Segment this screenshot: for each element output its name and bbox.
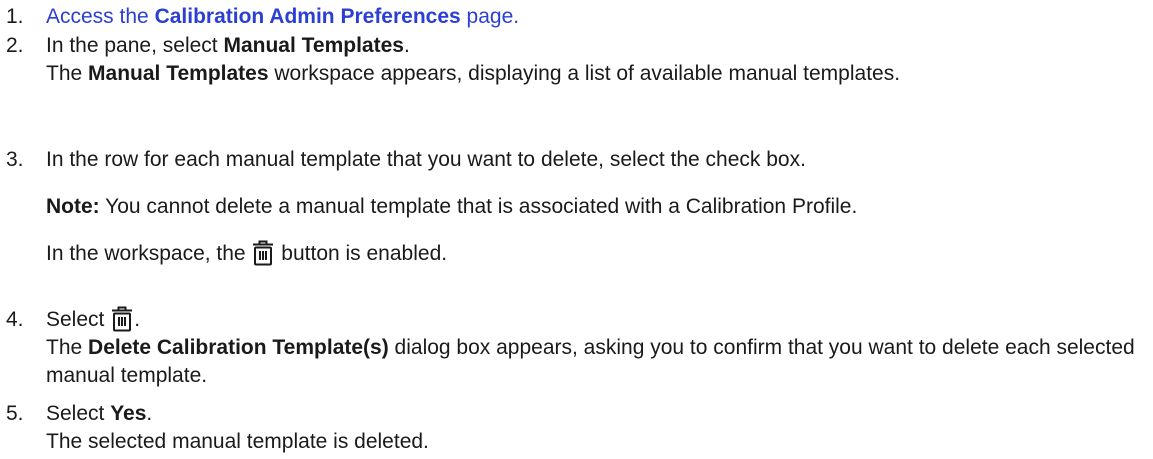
step-3-instruction: In the row for each manual template that… xyxy=(46,148,806,171)
note-text: Note: You cannot delete a manual templat… xyxy=(46,195,858,218)
link-bold-text: Calibration Admin Preferences xyxy=(154,5,461,28)
step-1: 1. Access the Calibration Admin Preferen… xyxy=(6,3,1145,31)
step-number: 5. xyxy=(6,402,24,425)
step-2-result: The Manual Templates workspace appears, … xyxy=(46,62,901,85)
link-prefix: Access the xyxy=(46,5,155,28)
calibration-admin-preferences-link[interactable]: Access the Calibration Admin Preferences… xyxy=(46,5,519,28)
step-4: 4. Select . The Delete Calibration Templ… xyxy=(6,306,1145,390)
step-number: 1. xyxy=(6,5,24,28)
step-4-result: The Delete Calibration Template(s) dialo… xyxy=(46,336,1135,387)
step-number: 4. xyxy=(6,308,24,331)
step-2: 2. In the pane, select Manual Templates.… xyxy=(6,32,1145,88)
step-1-text: Access the Calibration Admin Preferences… xyxy=(46,3,1145,31)
step-4-instruction: Select . xyxy=(46,306,141,332)
step-3-enabled-text: In the workspace, the button is enabled. xyxy=(46,240,448,266)
step-3: 3. In the row for each manual template t… xyxy=(6,146,1145,174)
note-label: Note: xyxy=(46,195,100,218)
link-suffix: page. xyxy=(460,5,520,28)
step-3-note: Note: You cannot delete a manual templat… xyxy=(6,193,1145,221)
step-number: 2. xyxy=(6,34,24,57)
step-2-instruction: In the pane, select Manual Templates. xyxy=(46,34,410,57)
procedure-steps: 1. Access the Calibration Admin Preferen… xyxy=(0,0,1153,459)
trash-icon xyxy=(111,306,133,332)
step-3-result: In the workspace, the button is enabled. xyxy=(6,240,1145,268)
step-number: 3. xyxy=(6,148,24,171)
step-5-instruction: Select Yes. xyxy=(46,402,153,425)
step-5-result: The selected manual template is deleted. xyxy=(46,430,429,453)
step-5: 5. Select Yes. The selected manual templ… xyxy=(6,400,1145,456)
trash-icon xyxy=(252,240,274,266)
